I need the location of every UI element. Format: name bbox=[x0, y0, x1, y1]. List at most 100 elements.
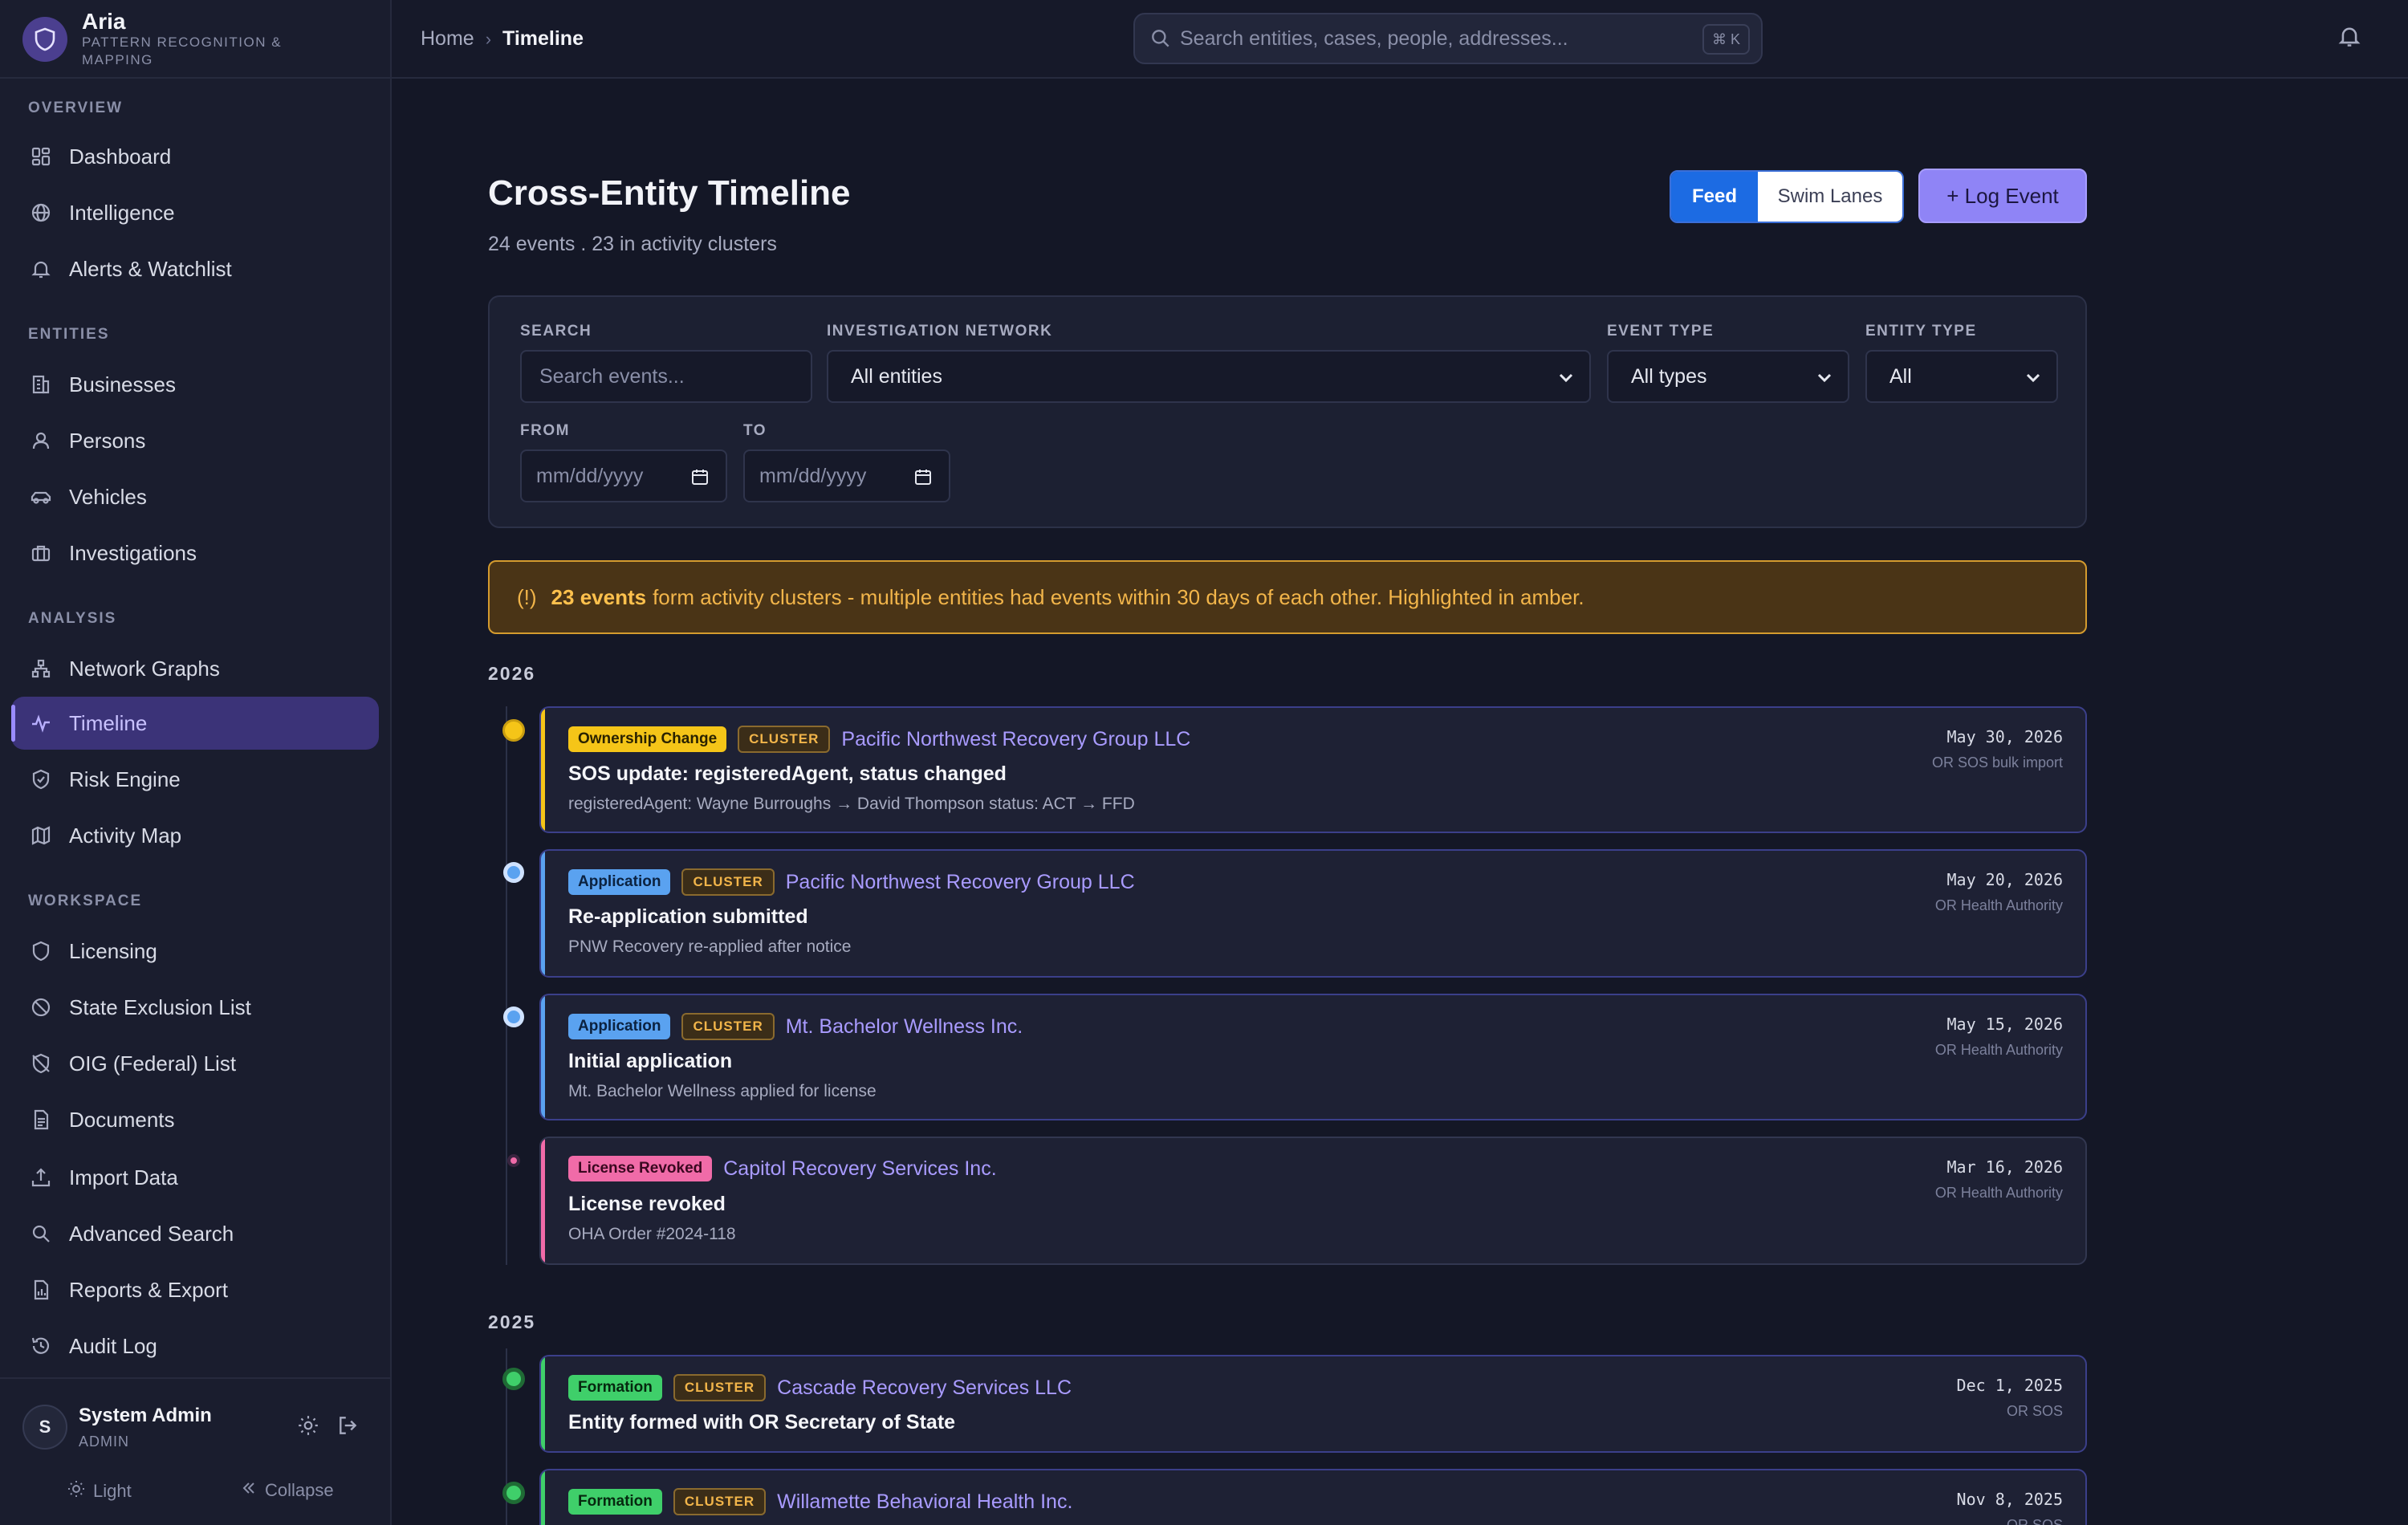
building-icon bbox=[29, 372, 53, 396]
event-accent bbox=[541, 1470, 545, 1525]
section-workspace: WORKSPACE bbox=[28, 893, 143, 909]
event-search-field[interactable] bbox=[520, 350, 812, 403]
global-search[interactable]: ⌘ K bbox=[1133, 13, 1763, 64]
sidebar-item-advanced-search[interactable]: Advanced Search bbox=[11, 1207, 379, 1260]
event-type-badge: Formation bbox=[568, 1375, 662, 1401]
sidebar-item-documents[interactable]: Documents bbox=[11, 1093, 379, 1146]
sidebar-item-label: Activity Map bbox=[69, 823, 182, 848]
from-date-field[interactable] bbox=[520, 449, 727, 502]
ban-icon bbox=[29, 995, 53, 1019]
to-date-field[interactable] bbox=[743, 449, 950, 502]
calendar-icon[interactable] bbox=[690, 467, 710, 486]
filter-to-label: TO bbox=[743, 422, 767, 439]
network-select-value: All entities bbox=[851, 364, 942, 388]
section-overview: OVERVIEW bbox=[28, 100, 124, 116]
chevrons-left-icon bbox=[241, 1480, 257, 1501]
sidebar-item-timeline[interactable]: Timeline bbox=[11, 697, 379, 750]
event-card[interactable]: Application CLUSTER Pacific Northwest Re… bbox=[539, 849, 2087, 978]
tab-swim-lanes[interactable]: Swim Lanes bbox=[1758, 172, 1902, 222]
user-name: System Admin bbox=[79, 1405, 212, 1426]
banner-count: 23 events bbox=[551, 584, 647, 609]
sidebar-item-investigations[interactable]: Investigations bbox=[11, 527, 379, 580]
divider bbox=[0, 77, 392, 79]
entity-link[interactable]: Cascade Recovery Services LLC bbox=[777, 1377, 1072, 1400]
sidebar-item-persons[interactable]: Persons bbox=[11, 414, 379, 467]
entity-type-select[interactable]: All bbox=[1865, 350, 2058, 403]
sidebar-item-label: Documents bbox=[69, 1107, 175, 1132]
sidebar-item-network-graphs[interactable]: Network Graphs bbox=[11, 642, 379, 695]
sidebar-item-import-data[interactable]: Import Data bbox=[11, 1151, 379, 1204]
chevron-down-icon bbox=[1816, 369, 1833, 387]
view-toggle: Feed Swim Lanes bbox=[1670, 170, 1904, 223]
theme-toggle-button[interactable]: Light bbox=[67, 1480, 132, 1503]
to-date-input[interactable] bbox=[759, 464, 896, 488]
avatar[interactable]: S bbox=[22, 1405, 67, 1450]
event-card[interactable]: Formation CLUSTER Willamette Behavioral … bbox=[539, 1469, 2087, 1525]
bell-icon bbox=[29, 257, 53, 281]
sidebar-item-reports[interactable]: Reports & Export bbox=[11, 1263, 379, 1316]
sidebar-item-businesses[interactable]: Businesses bbox=[11, 358, 379, 411]
brand[interactable]: Aria PATTERN RECOGNITION & MAPPING bbox=[22, 10, 283, 67]
globe-icon bbox=[29, 201, 53, 225]
event-card[interactable]: Application CLUSTER Mt. Bachelor Wellnes… bbox=[539, 994, 2087, 1120]
sidebar-item-dashboard[interactable]: Dashboard bbox=[11, 130, 379, 183]
sidebar-item-label: Network Graphs bbox=[69, 656, 220, 681]
sidebar-item-audit-log[interactable]: Audit Log bbox=[11, 1320, 379, 1372]
sidebar-item-licensing[interactable]: Licensing bbox=[11, 925, 379, 978]
activity-icon bbox=[29, 711, 53, 735]
sidebar-item-label: Dashboard bbox=[69, 144, 172, 169]
sidebar-item-activity-map[interactable]: Activity Map bbox=[11, 809, 379, 862]
event-card[interactable]: Formation CLUSTER Cascade Recovery Servi… bbox=[539, 1355, 2087, 1453]
logout-icon[interactable] bbox=[337, 1414, 361, 1438]
breadcrumb-home[interactable]: Home bbox=[421, 27, 474, 51]
event-title: Entity formed with OR Secretary of State bbox=[568, 1411, 956, 1434]
network-icon bbox=[29, 657, 53, 681]
search-input[interactable] bbox=[1180, 26, 1678, 51]
tab-feed[interactable]: Feed bbox=[1671, 172, 1758, 222]
sidebar-item-label: Licensing bbox=[69, 938, 157, 963]
filter-network-label: INVESTIGATION NETWORK bbox=[827, 323, 1053, 340]
filter-entity-type-label: ENTITY TYPE bbox=[1865, 323, 1977, 340]
log-event-button[interactable]: + Log Event bbox=[1918, 169, 2087, 223]
notifications-bell-icon[interactable] bbox=[2337, 24, 2365, 51]
entity-link[interactable]: Mt. Bachelor Wellness Inc. bbox=[786, 1015, 1023, 1039]
event-date: May 15, 2026 bbox=[1946, 1015, 2064, 1034]
sidebar-item-vehicles[interactable]: Vehicles bbox=[11, 470, 379, 523]
sidebar-item-risk-engine[interactable]: Risk Engine bbox=[11, 753, 379, 806]
breadcrumb: Home › Timeline bbox=[421, 27, 584, 51]
collapse-label: Collapse bbox=[265, 1480, 334, 1500]
entity-link[interactable]: Capitol Recovery Services Inc. bbox=[723, 1157, 996, 1181]
filter-from-label: FROM bbox=[520, 422, 570, 439]
event-type-badge: Formation bbox=[568, 1489, 662, 1515]
from-date-input[interactable] bbox=[536, 464, 673, 488]
sidebar-item-intelligence[interactable]: Intelligence bbox=[11, 186, 379, 239]
event-card[interactable]: License Revoked Capitol Recovery Service… bbox=[539, 1137, 2087, 1265]
network-select[interactable]: All entities bbox=[827, 350, 1591, 403]
entity-link[interactable]: Pacific Northwest Recovery Group LLC bbox=[841, 728, 1190, 751]
calendar-icon[interactable] bbox=[913, 467, 933, 486]
event-card[interactable]: Ownership Change CLUSTER Pacific Northwe… bbox=[539, 706, 2087, 833]
event-date: May 20, 2026 bbox=[1946, 870, 2064, 889]
report-icon bbox=[29, 1278, 53, 1302]
entity-link[interactable]: Pacific Northwest Recovery Group LLC bbox=[786, 871, 1135, 894]
page-title: Cross-Entity Timeline bbox=[488, 173, 851, 213]
collapse-button[interactable]: Collapse bbox=[241, 1480, 334, 1501]
sidebar-item-oig-list[interactable]: OIG (Federal) List bbox=[11, 1037, 379, 1090]
sidebar-item-label: Advanced Search bbox=[69, 1221, 234, 1246]
event-source: OR SOS bulk import bbox=[1931, 754, 2063, 771]
event-title: Initial application bbox=[568, 1050, 733, 1072]
sidebar-item-state-exclusion[interactable]: State Exclusion List bbox=[11, 981, 379, 1034]
sidebar-item-label: Investigations bbox=[69, 540, 197, 565]
person-icon bbox=[29, 429, 53, 453]
entity-link[interactable]: Willamette Behavioral Health Inc. bbox=[777, 1490, 1072, 1514]
event-source: OR SOS bbox=[2006, 1517, 2063, 1525]
section-entities: ENTITIES bbox=[28, 326, 110, 343]
event-type-select[interactable]: All types bbox=[1607, 350, 1849, 403]
sidebar-item-alerts[interactable]: Alerts & Watchlist bbox=[11, 242, 379, 295]
gear-icon[interactable] bbox=[297, 1414, 321, 1438]
year-heading-2026: 2026 bbox=[488, 663, 536, 684]
user-role: ADMIN bbox=[79, 1434, 129, 1450]
event-search-input[interactable] bbox=[539, 364, 811, 388]
timeline-dot bbox=[502, 719, 525, 742]
app-subtitle: PATTERN RECOGNITION & MAPPING bbox=[82, 35, 283, 67]
